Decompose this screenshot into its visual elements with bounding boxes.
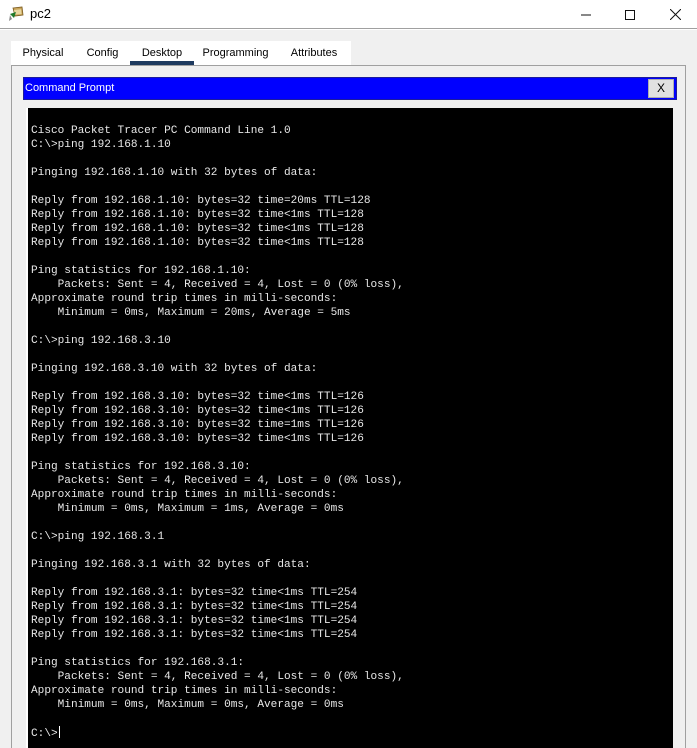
terminal-line: Pinging 192.168.3.1 with 32 bytes of dat… <box>31 559 311 571</box>
terminal-line: Approximate round trip times in milli-se… <box>31 293 338 305</box>
terminal-line: Reply from 192.168.1.10: bytes=32 time<1… <box>31 209 364 221</box>
terminal-line: Reply from 192.168.3.10: bytes=32 time<1… <box>31 405 364 417</box>
minimize-icon <box>581 14 591 15</box>
terminal-line: Reply from 192.168.1.10: bytes=32 time<1… <box>31 237 364 249</box>
terminal-line: Packets: Sent = 4, Received = 4, Lost = … <box>31 671 404 683</box>
window-title: pc2 <box>30 6 51 21</box>
terminal-line: Minimum = 0ms, Maximum = 20ms, Average =… <box>31 307 351 319</box>
terminal-line: Minimum = 0ms, Maximum = 1ms, Average = … <box>31 503 344 515</box>
terminal-line: Minimum = 0ms, Maximum = 0ms, Average = … <box>31 699 344 711</box>
terminal-line: Ping statistics for 192.168.3.10: <box>31 461 251 473</box>
terminal-line: Packets: Sent = 4, Received = 4, Lost = … <box>31 475 404 487</box>
terminal-line: C:\>ping 192.168.3.10 <box>31 335 171 347</box>
terminal-prompt: C:\> <box>31 728 58 740</box>
terminal-line: Reply from 192.168.3.10: bytes=32 time<1… <box>31 433 364 445</box>
command-prompt-close-button[interactable]: X <box>648 79 674 98</box>
terminal-line: Reply from 192.168.1.10: bytes=32 time<1… <box>31 223 364 235</box>
command-prompt-terminal[interactable]: Cisco Packet Tracer PC Command Line 1.0 C… <box>26 108 673 748</box>
minimize-button[interactable] <box>563 0 609 29</box>
terminal-line: Reply from 192.168.3.1: bytes=32 time<1m… <box>31 601 358 613</box>
maximize-icon <box>625 9 635 20</box>
command-prompt-titlebar: Command Prompt X <box>23 77 677 100</box>
terminal-output: Cisco Packet Tracer PC Command Line 1.0 C… <box>31 124 404 740</box>
tab-physical[interactable]: Physical <box>11 41 75 65</box>
text-cursor <box>58 726 60 738</box>
terminal-line: Reply from 192.168.3.10: bytes=32 time<1… <box>31 391 364 403</box>
terminal-line: Reply from 192.168.3.1: bytes=32 time<1m… <box>31 629 358 641</box>
terminal-line: Cisco Packet Tracer PC Command Line 1.0 <box>31 125 291 137</box>
window-titlebar: pc2 <box>0 0 697 29</box>
terminal-line: Reply from 192.168.3.10: bytes=32 time=1… <box>31 419 364 431</box>
packet-tracer-pc-icon <box>8 6 24 22</box>
tab-desktop[interactable]: Desktop <box>130 41 194 65</box>
terminal-line: Reply from 192.168.3.1: bytes=32 time<1m… <box>31 615 358 627</box>
close-icon <box>669 9 681 20</box>
close-button[interactable] <box>652 0 697 29</box>
terminal-line: C:\>ping 192.168.3.1 <box>31 531 165 543</box>
tab-attributes[interactable]: Attributes <box>277 41 351 65</box>
tab-config[interactable]: Config <box>75 41 130 65</box>
terminal-line: Pinging 192.168.1.10 with 32 bytes of da… <box>31 167 318 179</box>
tab-programming[interactable]: Programming <box>194 41 277 65</box>
terminal-line: Ping statistics for 192.168.1.10: <box>31 265 251 277</box>
command-prompt-title: Command Prompt <box>25 82 115 94</box>
terminal-line: Reply from 192.168.3.1: bytes=32 time<1m… <box>31 587 358 599</box>
terminal-line: Pinging 192.168.3.10 with 32 bytes of da… <box>31 363 318 375</box>
desktop-panel: Command Prompt X Cisco Packet Tracer PC … <box>11 65 686 748</box>
terminal-line: Ping statistics for 192.168.3.1: <box>31 657 245 669</box>
terminal-line: Approximate round trip times in milli-se… <box>31 489 338 501</box>
device-window-body: Physical Config Desktop Programming Attr… <box>0 30 697 748</box>
terminal-line: Packets: Sent = 4, Received = 4, Lost = … <box>31 279 404 291</box>
terminal-prompt-line[interactable]: C:\> <box>31 726 404 740</box>
tab-bar: Physical Config Desktop Programming Attr… <box>11 41 351 65</box>
terminal-line: Reply from 192.168.1.10: bytes=32 time=2… <box>31 195 371 207</box>
terminal-line: C:\>ping 192.168.1.10 <box>31 139 171 151</box>
terminal-line: Approximate round trip times in milli-se… <box>31 685 338 697</box>
maximize-button[interactable] <box>607 0 653 29</box>
